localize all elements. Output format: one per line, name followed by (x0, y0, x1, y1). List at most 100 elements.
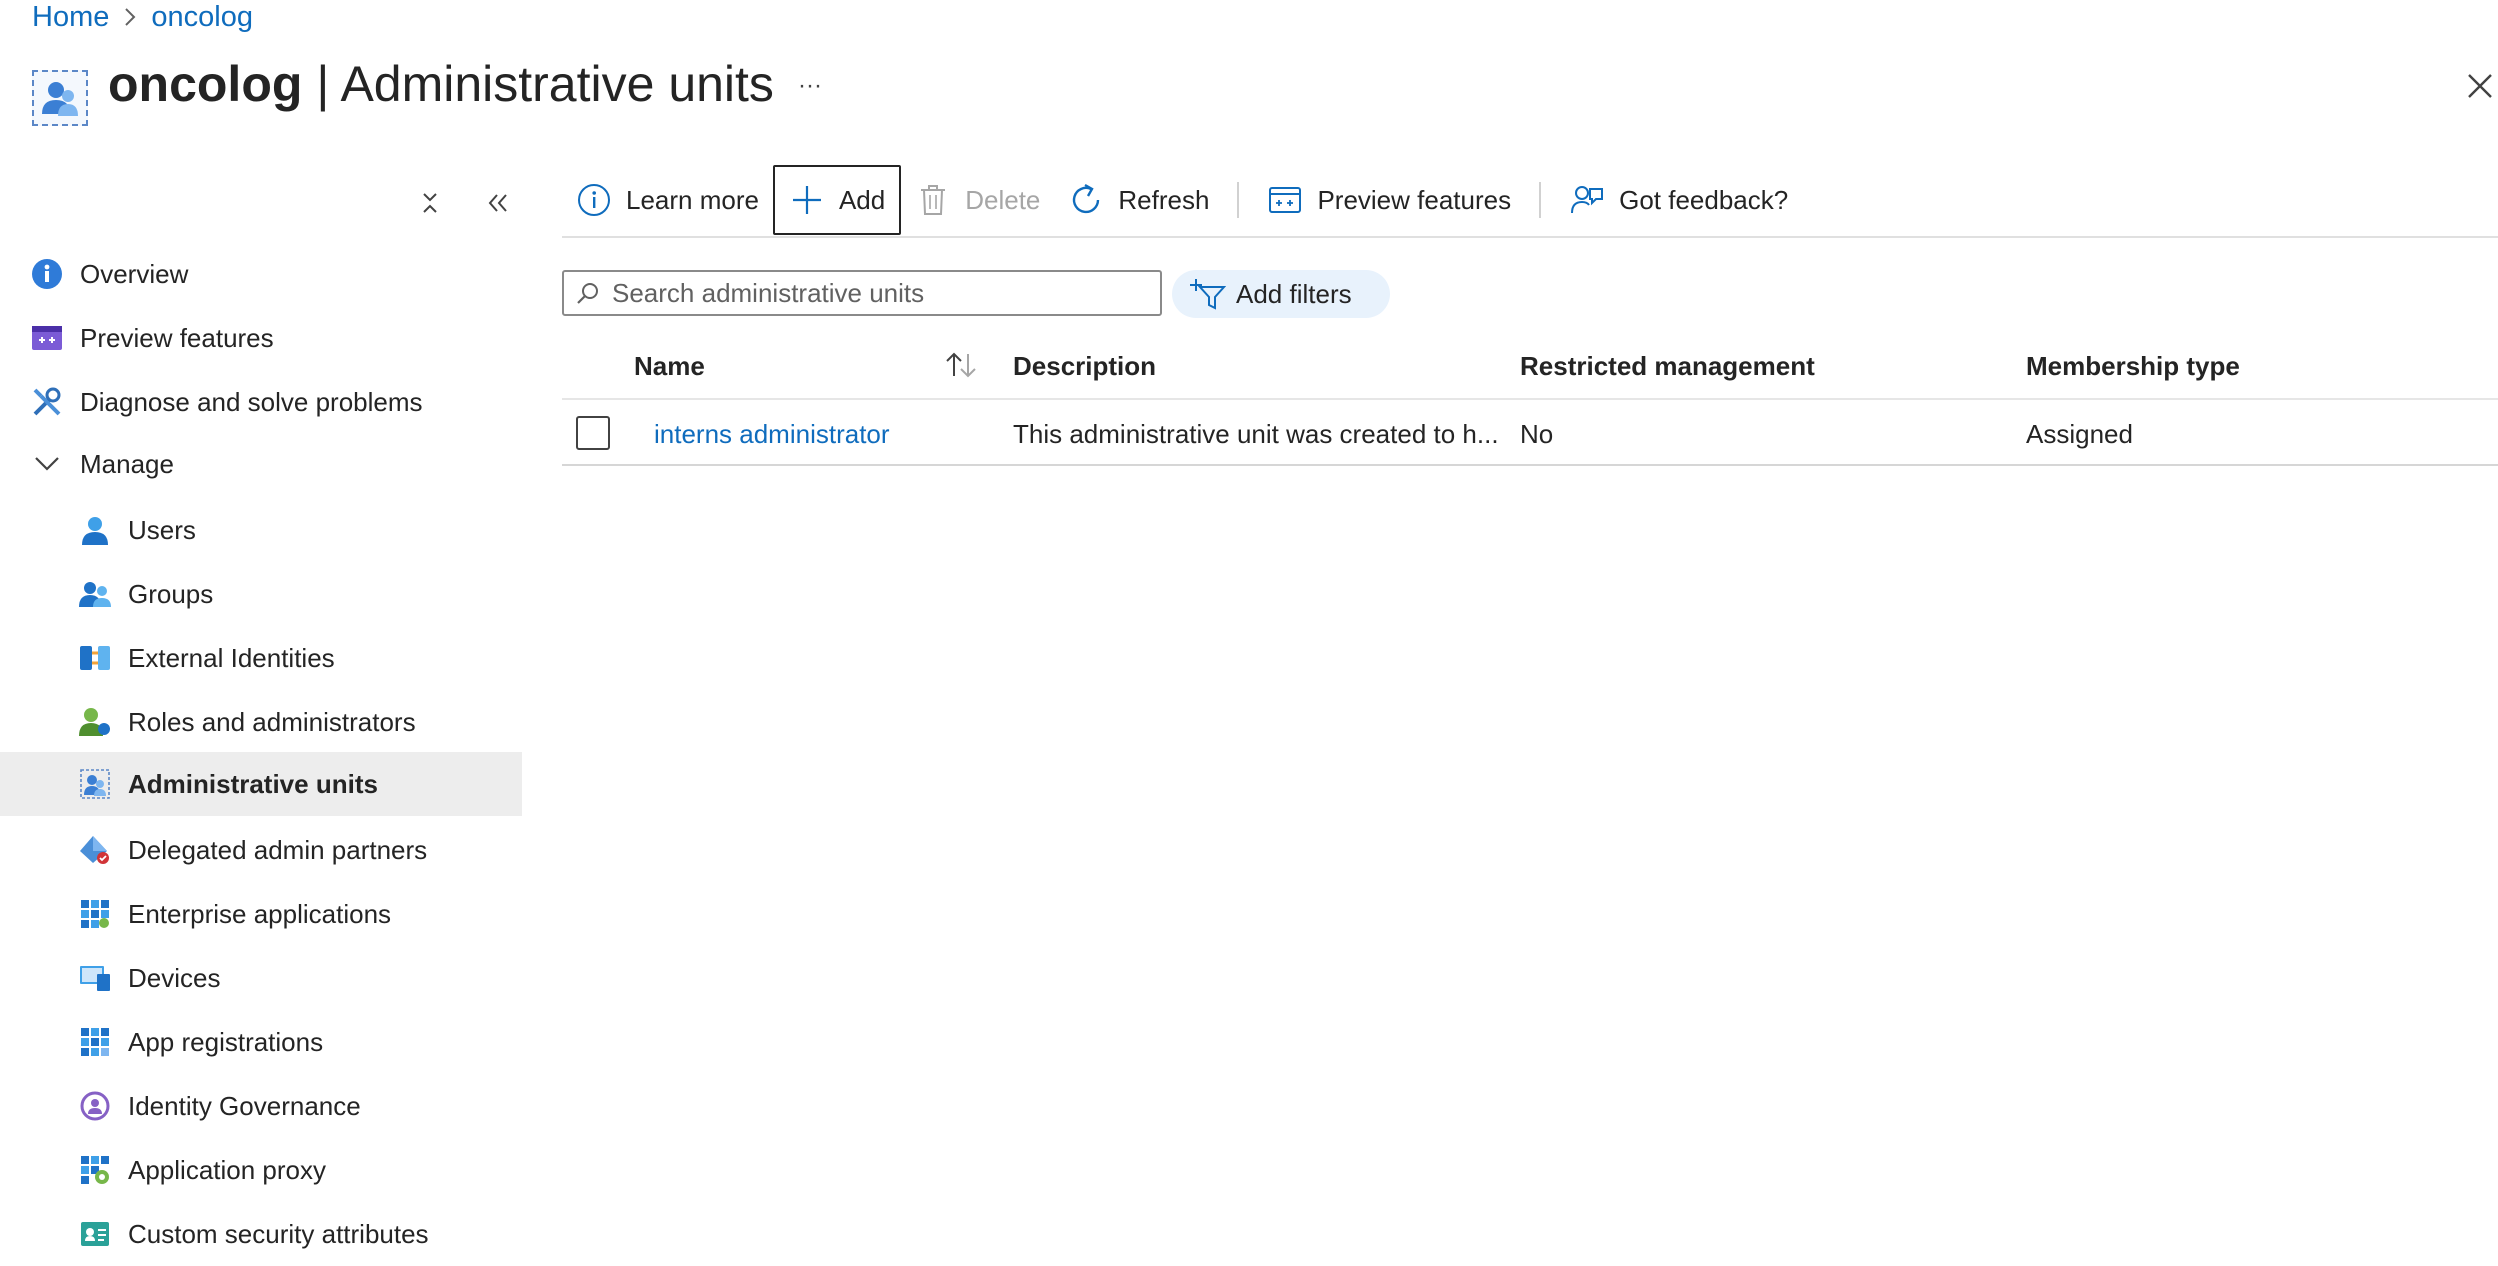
toolbar-divider-line (562, 236, 2498, 238)
sidebar-item-label: Overview (80, 258, 189, 289)
row-restricted-management: No (1520, 419, 1554, 449)
page-title-separator: | (302, 56, 341, 112)
admin-units-icon (78, 767, 112, 801)
admin-units-icon (32, 70, 88, 126)
app-registrations-icon (78, 1025, 112, 1059)
column-header-membership-type[interactable]: Membership type (2026, 346, 2240, 386)
search-box[interactable] (562, 270, 1162, 316)
page-title-page: Administrative units (340, 56, 774, 112)
learn-more-label: Learn more (626, 184, 759, 215)
sidebar-item-preview-features[interactable]: Preview features (0, 306, 522, 370)
column-header-restricted-management[interactable]: Restricted management (1520, 346, 1815, 386)
sidebar-item-enterprise-apps[interactable]: Enterprise applications (0, 882, 522, 946)
sidebar-item-overview[interactable]: Overview (0, 242, 522, 306)
sidebar-item-groups[interactable]: Groups (0, 562, 522, 626)
preview-icon (30, 321, 64, 355)
toolbar-divider (1237, 182, 1240, 218)
collapse-menu-button[interactable] (408, 183, 452, 223)
more-options-button[interactable]: ··· (790, 66, 830, 106)
chevron-down-icon (30, 447, 64, 481)
sidebar-item-label: Diagnose and solve problems (80, 386, 423, 417)
column-header-name[interactable]: Name (634, 346, 705, 386)
search-icon (576, 281, 600, 305)
refresh-label: Refresh (1118, 184, 1210, 215)
page-title-org: oncolog (108, 56, 303, 112)
sidebar-item-roles[interactable]: Roles and administrators (0, 690, 522, 754)
sidebar-item-app-registrations[interactable]: App registrations (0, 1010, 522, 1074)
preview-features-label: Preview features (1317, 184, 1512, 215)
sidebar-item-diagnose[interactable]: Diagnose and solve problems (0, 370, 522, 434)
breadcrumb: Home oncolog (32, 0, 253, 34)
sidebar-item-label: Identity Governance (128, 1090, 361, 1121)
close-icon (2468, 74, 2492, 98)
chevron-right-icon (123, 7, 137, 27)
toolbar-divider (1539, 182, 1542, 218)
security-attributes-icon (78, 1217, 112, 1251)
add-button[interactable]: Add (772, 165, 902, 235)
devices-icon (78, 961, 112, 995)
sidebar-item-label: External Identities (128, 642, 335, 673)
sort-icon[interactable] (944, 350, 978, 385)
sidebar-item-label: App registrations (128, 1026, 324, 1057)
preview-window-icon (1267, 182, 1303, 218)
sidebar-item-administrative-units[interactable]: Administrative units (0, 752, 522, 816)
command-bar: Learn more Add Delete Refresh Preview fe… (562, 164, 1802, 236)
info-outline-icon (576, 182, 612, 218)
sidebar-group-manage[interactable]: Manage (0, 432, 522, 496)
feedback-label: Got feedback? (1619, 184, 1789, 215)
breadcrumb-home-link[interactable]: Home (32, 1, 109, 34)
hide-sidebar-button[interactable] (476, 183, 520, 223)
info-icon (30, 257, 64, 291)
sidebar-item-label: Roles and administrators (128, 706, 416, 737)
sidebar-item-custom-security-attributes[interactable]: Custom security attributes (0, 1202, 522, 1266)
enterprise-apps-icon (78, 897, 112, 931)
trash-icon (915, 182, 951, 218)
double-chevron-left-icon (488, 194, 507, 212)
delete-label: Delete (965, 184, 1041, 215)
breadcrumb-current-link[interactable]: oncolog (151, 1, 253, 34)
sidebar-item-label: Delegated admin partners (128, 834, 428, 865)
learn-more-button[interactable]: Learn more (562, 165, 773, 235)
sidebar-item-label: Groups (128, 578, 214, 609)
sidebar-item-label: Preview features (80, 322, 274, 353)
ellipsis-icon: ··· (798, 72, 822, 99)
application-proxy-icon (78, 1153, 112, 1187)
sidebar-item-label: Users (128, 514, 196, 545)
sidebar-item-users[interactable]: Users (0, 498, 522, 562)
identity-governance-icon (78, 1089, 112, 1123)
row-membership-type: Assigned (2026, 419, 2133, 449)
sidebar-item-application-proxy[interactable]: Application proxy (0, 1138, 522, 1202)
page-title: oncolog | Administrative units (108, 52, 774, 116)
feedback-icon (1569, 182, 1605, 218)
search-input[interactable] (610, 276, 1154, 310)
sidebar-item-label: Enterprise applications (128, 898, 392, 929)
row-checkbox[interactable] (576, 416, 610, 450)
sidebar-item-label: Devices (128, 962, 221, 993)
row-description: This administrative unit was created to … (1013, 419, 1499, 449)
external-identities-icon (78, 641, 112, 675)
preview-features-button[interactable]: Preview features (1253, 165, 1525, 235)
groups-icon (78, 577, 112, 611)
close-button[interactable] (2460, 66, 2498, 106)
add-label: Add (838, 184, 886, 215)
add-filters-button[interactable]: Add filters (1172, 270, 1390, 318)
refresh-icon (1068, 182, 1104, 218)
wrench-icon (30, 385, 64, 419)
refresh-button[interactable]: Refresh (1054, 165, 1223, 235)
add-filter-icon (1190, 276, 1226, 312)
row-divider (562, 464, 2498, 466)
sidebar-item-identity-governance[interactable]: Identity Governance (0, 1074, 522, 1138)
roles-icon (78, 705, 112, 739)
sidebar-item-devices[interactable]: Devices (0, 946, 522, 1010)
sidebar-item-label: Application proxy (128, 1154, 326, 1185)
sidebar-item-delegated-admin[interactable]: Delegated admin partners (0, 818, 522, 882)
column-header-description[interactable]: Description (1013, 346, 1156, 386)
delete-button[interactable]: Delete (901, 165, 1054, 235)
header-divider (562, 398, 2498, 400)
feedback-button[interactable]: Got feedback? (1555, 165, 1802, 235)
collapse-icon (423, 193, 437, 213)
row-name-link[interactable]: interns administrator (654, 414, 890, 454)
sidebar-item-label: Administrative units (128, 768, 378, 799)
plus-icon (789, 182, 825, 218)
sidebar-item-external-identities[interactable]: External Identities (0, 626, 522, 690)
